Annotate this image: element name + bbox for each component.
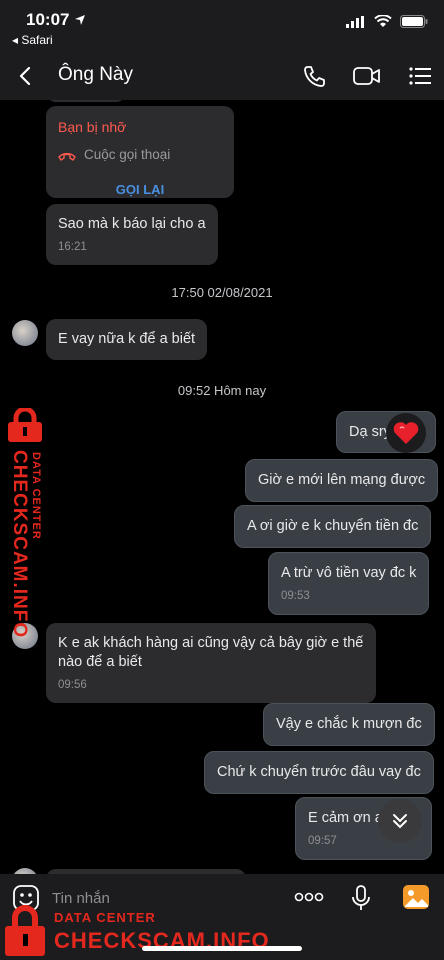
signal-icon xyxy=(346,15,364,28)
back-to-safari-link[interactable]: ◂ Safari xyxy=(12,33,53,47)
message-bubble[interactable]: A ơi giờ e k chuyển tiền đc xyxy=(234,505,432,548)
watermark-checkscam: CHECKSCAM.INFO xyxy=(9,450,30,639)
missed-call-subtitle: Cuộc gọi thoại xyxy=(84,147,171,162)
message-bubble[interactable]: E vay nữa k để a biết xyxy=(46,319,208,360)
message-text: K e ak khách hàng ai cũng vậy cả bây giờ… xyxy=(58,635,364,670)
watermark-data-center: DATA CENTER xyxy=(30,452,42,540)
message-text: Sao mà k báo lại cho a xyxy=(58,216,206,232)
missed-call-title: Bạn bị nhỡ xyxy=(58,119,127,135)
message-time: 09:57 xyxy=(308,835,337,847)
contact-avatar[interactable] xyxy=(12,320,38,346)
heart-reaction-icon[interactable] xyxy=(386,413,426,453)
message-text: A trừ vô tiền vay đc k xyxy=(281,565,417,581)
menu-list-icon[interactable] xyxy=(406,63,434,89)
message-bubble[interactable]: A trừ vô tiền vay đc k 09:53 xyxy=(268,552,430,615)
contact-name[interactable]: Ông Này xyxy=(58,64,133,86)
message-bubble[interactable]: Chứ k chuyển trước đâu vay đc xyxy=(204,751,434,794)
message-time: 16:21 xyxy=(58,241,87,253)
date-divider: 09:52 Hôm nay xyxy=(177,383,267,398)
message-bubble[interactable]: Giờ e mới lên mạng được xyxy=(245,459,439,502)
message-text: Giờ e mới lên mạng được xyxy=(258,472,426,488)
message-text: E vay nữa k để a biết xyxy=(58,331,196,347)
message-list[interactable]: Bạn bị nhỡ Cuộc gọi thoại GỌI LẠI Sao mà… xyxy=(0,100,444,874)
watermark-data-center: DATA CENTER xyxy=(54,910,156,925)
message-text: Chứ k chuyển trước đâu vay đc xyxy=(217,764,421,780)
call-back-button[interactable]: GỌI LẠI xyxy=(58,180,222,199)
message-text: Vậy e chắc k mượn đc xyxy=(276,716,422,732)
padlock-logo-icon xyxy=(5,905,45,956)
battery-icon xyxy=(400,15,428,28)
padlock-logo-icon xyxy=(8,408,42,442)
message-bubble[interactable]: K e ak khách hàng ai cũng vậy cả bây giờ… xyxy=(46,623,376,703)
message-text: A ơi giờ e k chuyển tiền đc xyxy=(247,518,419,534)
watermark-vertical: DATA CENTER CHECKSCAM.INFO xyxy=(4,408,52,638)
status-time: 10:07 xyxy=(26,10,70,29)
video-call-icon[interactable] xyxy=(352,63,382,89)
scroll-to-bottom-button[interactable] xyxy=(378,799,422,843)
message-bubble[interactable]: Sao mà k báo lại cho a 16:21 xyxy=(46,204,218,265)
message-text: Dạ sry xyxy=(349,424,391,440)
message-text: E cảm ơn a xyxy=(308,810,383,826)
phone-call-icon[interactable] xyxy=(300,63,328,89)
back-arrow-icon[interactable] xyxy=(14,62,38,90)
message-time: 09:53 xyxy=(281,590,310,602)
more-options-icon[interactable] xyxy=(294,890,324,904)
microphone-icon[interactable] xyxy=(350,884,372,912)
message-bubble-partial xyxy=(46,100,126,102)
location-icon xyxy=(75,15,85,25)
missed-call-icon xyxy=(58,152,76,161)
status-bar: 10:07 ◂ Safari xyxy=(0,0,444,52)
watermark-bottom: DATA CENTER CHECKSCAM.INFO xyxy=(2,904,272,960)
chat-header: Ông Này xyxy=(0,52,444,100)
missed-call-card: Bạn bị nhỡ Cuộc gọi thoại GỌI LẠI xyxy=(46,106,234,198)
message-bubble[interactable]: Vậy e chắc k mượn đc xyxy=(263,703,435,746)
wifi-icon xyxy=(374,15,392,27)
date-divider: 17:50 02/08/2021 xyxy=(171,285,273,300)
message-time: 09:56 xyxy=(58,679,87,691)
double-chevron-down-icon xyxy=(393,814,407,829)
home-indicator[interactable] xyxy=(142,946,302,951)
photo-gallery-icon[interactable] xyxy=(402,884,430,910)
